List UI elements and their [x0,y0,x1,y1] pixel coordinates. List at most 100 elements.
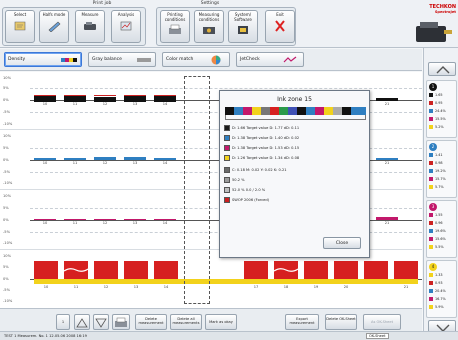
group-label-print-job: Print job [92,1,112,6]
bar[interactable] [124,219,146,220]
tab-color-match[interactable]: Color match [162,52,230,67]
legend-value: 24.4% [435,109,446,113]
ylabel: -5% [3,170,10,174]
zone-number: 20 [343,285,349,289]
delete-measurement-button[interactable]: Delete measurement [135,314,167,330]
bar[interactable] [64,219,86,220]
legend-number: 1 [429,83,437,91]
zone-number: 13 [133,285,139,289]
bar[interactable] [154,219,176,220]
ylabel: 0% [3,218,9,222]
delete-ok-sheet-button[interactable]: Delete OK-Sheet [325,314,357,330]
bar[interactable] [154,261,178,279]
bar[interactable] [376,158,398,160]
next-measurement-button[interactable] [93,314,109,330]
tab-density[interactable]: Density [4,52,82,67]
zone-number: 11 [73,285,79,289]
bar[interactable] [376,217,398,220]
bar[interactable] [34,219,56,220]
bar[interactable] [124,157,146,160]
bar[interactable] [64,158,86,160]
legend-value: 15.6% [435,237,446,241]
close-icon [275,19,285,32]
gridline [30,88,422,89]
zone-number: 12 [102,161,108,165]
legend-value: 20.4% [435,289,446,293]
software-icon [238,26,248,35]
zone-number: 14 [163,285,169,289]
tab-jetcheck-label: JetCheck [240,57,260,62]
bar[interactable] [154,158,176,160]
exit-button[interactable]: Exit [265,10,295,43]
bar[interactable] [334,261,358,279]
zone-number: 18 [283,285,289,289]
bar[interactable] [394,261,418,279]
legend-black[interactable]: 1 1.65 0.95 24.4% 15.5% 5.2% [426,80,457,138]
print-button[interactable] [112,314,130,330]
legend-row: 5.5% [429,245,457,250]
brand-line2: SpectroJet [434,10,456,14]
bar[interactable] [94,261,118,279]
ylabel: 10% [3,254,11,258]
page-number-field[interactable]: 1 [56,314,70,330]
zone-number: 12 [102,102,108,106]
legend-row: 0.96 [429,221,457,226]
zone-number: 13 [132,102,138,106]
dialog-row-black: D: 1.66 Target value D: 1.77 dD: 0.11 [224,125,367,134]
mark-as-okay-button[interactable]: Mark as okay [205,314,237,330]
ylabel: -10% [3,181,13,185]
dialog-row-tone2: 52.0 % 0.0 / 2.0 % [224,187,367,196]
export-measurement-button[interactable]: Export measurement [285,314,319,330]
legend-value: 19.2% [435,169,446,173]
legend-magenta[interactable]: 3 1.55 0.96 19.6% 15.6% 5.5% [426,200,457,258]
yellow-dot-icon [429,305,433,309]
row-text: 50.2 % [232,178,245,182]
as-ok-sheet-button[interactable]: As OK-Sheet [363,314,401,330]
bar[interactable] [364,261,388,279]
bar[interactable] [244,261,268,279]
delete-all-measurements-button[interactable]: Delete all measurements [170,314,202,330]
target-marker [124,95,146,96]
measuring-conditions-button[interactable]: Measuring conditions [194,10,224,43]
bar[interactable] [304,261,328,279]
legend-row: 16.7% [429,297,457,302]
dialog-title: Ink zone 15 [277,96,312,103]
scroll-up-button[interactable] [428,62,456,76]
status-bar: TEST 1 Measurem. No. 1 12.05.06 2008 16:… [0,331,458,340]
tab-jetcheck[interactable]: JetCheck [236,52,304,67]
zone-number: 21 [384,221,390,225]
bar[interactable] [34,158,56,160]
previous-measurement-button[interactable] [74,314,90,330]
cyan-dot-icon [429,229,433,233]
exit-label: Exit [276,12,284,17]
legend-number: 2 [429,143,437,151]
bar[interactable] [124,261,148,279]
main-toolbar: Print job Settings Select Halfs mode Mea… [0,0,458,48]
black-dot-icon [429,93,433,97]
bar[interactable] [94,157,116,160]
zone-number: 13 [132,221,138,225]
bar[interactable] [376,98,398,101]
view-tabs: Density Gray balance Color match JetChec… [0,49,422,71]
close-button[interactable]: Close [323,237,361,249]
zone-number: 10 [43,285,49,289]
legend-cyan[interactable]: 2 1.41 0.98 19.2% 15.7% 5.7% [426,140,457,198]
conditions-icon [203,27,215,35]
status-text: TEST 1 Measurem. No. 1 12.05.06 2008 16:… [4,334,87,338]
yellow-dot-icon [429,245,433,249]
chart-panel-yellow: 10% 5% 0% -5% -10% 10 11 12 13 14 17 18 … [0,250,422,308]
halfstone-mode-button[interactable]: Halfs mode [39,10,69,43]
select-button[interactable]: Select [5,10,35,43]
legend-row: 0.93 [429,281,457,286]
tab-gray-balance[interactable]: Gray balance [88,52,156,67]
legend-yellow[interactable]: 4 1.33 0.93 20.4% 16.7% 5.9% [426,260,457,318]
bar[interactable] [34,261,58,279]
legend-value: 5.5% [435,245,444,249]
measure-button[interactable]: Measure [75,10,105,43]
standard-swatch-icon [224,197,230,203]
bar[interactable] [94,219,116,220]
system-software-button[interactable]: System/ Software [228,10,258,43]
analysis-button[interactable]: Analysis [111,10,141,43]
cyan-swatch-icon [224,135,230,141]
printing-conditions-button[interactable]: Printing conditions [160,10,190,43]
